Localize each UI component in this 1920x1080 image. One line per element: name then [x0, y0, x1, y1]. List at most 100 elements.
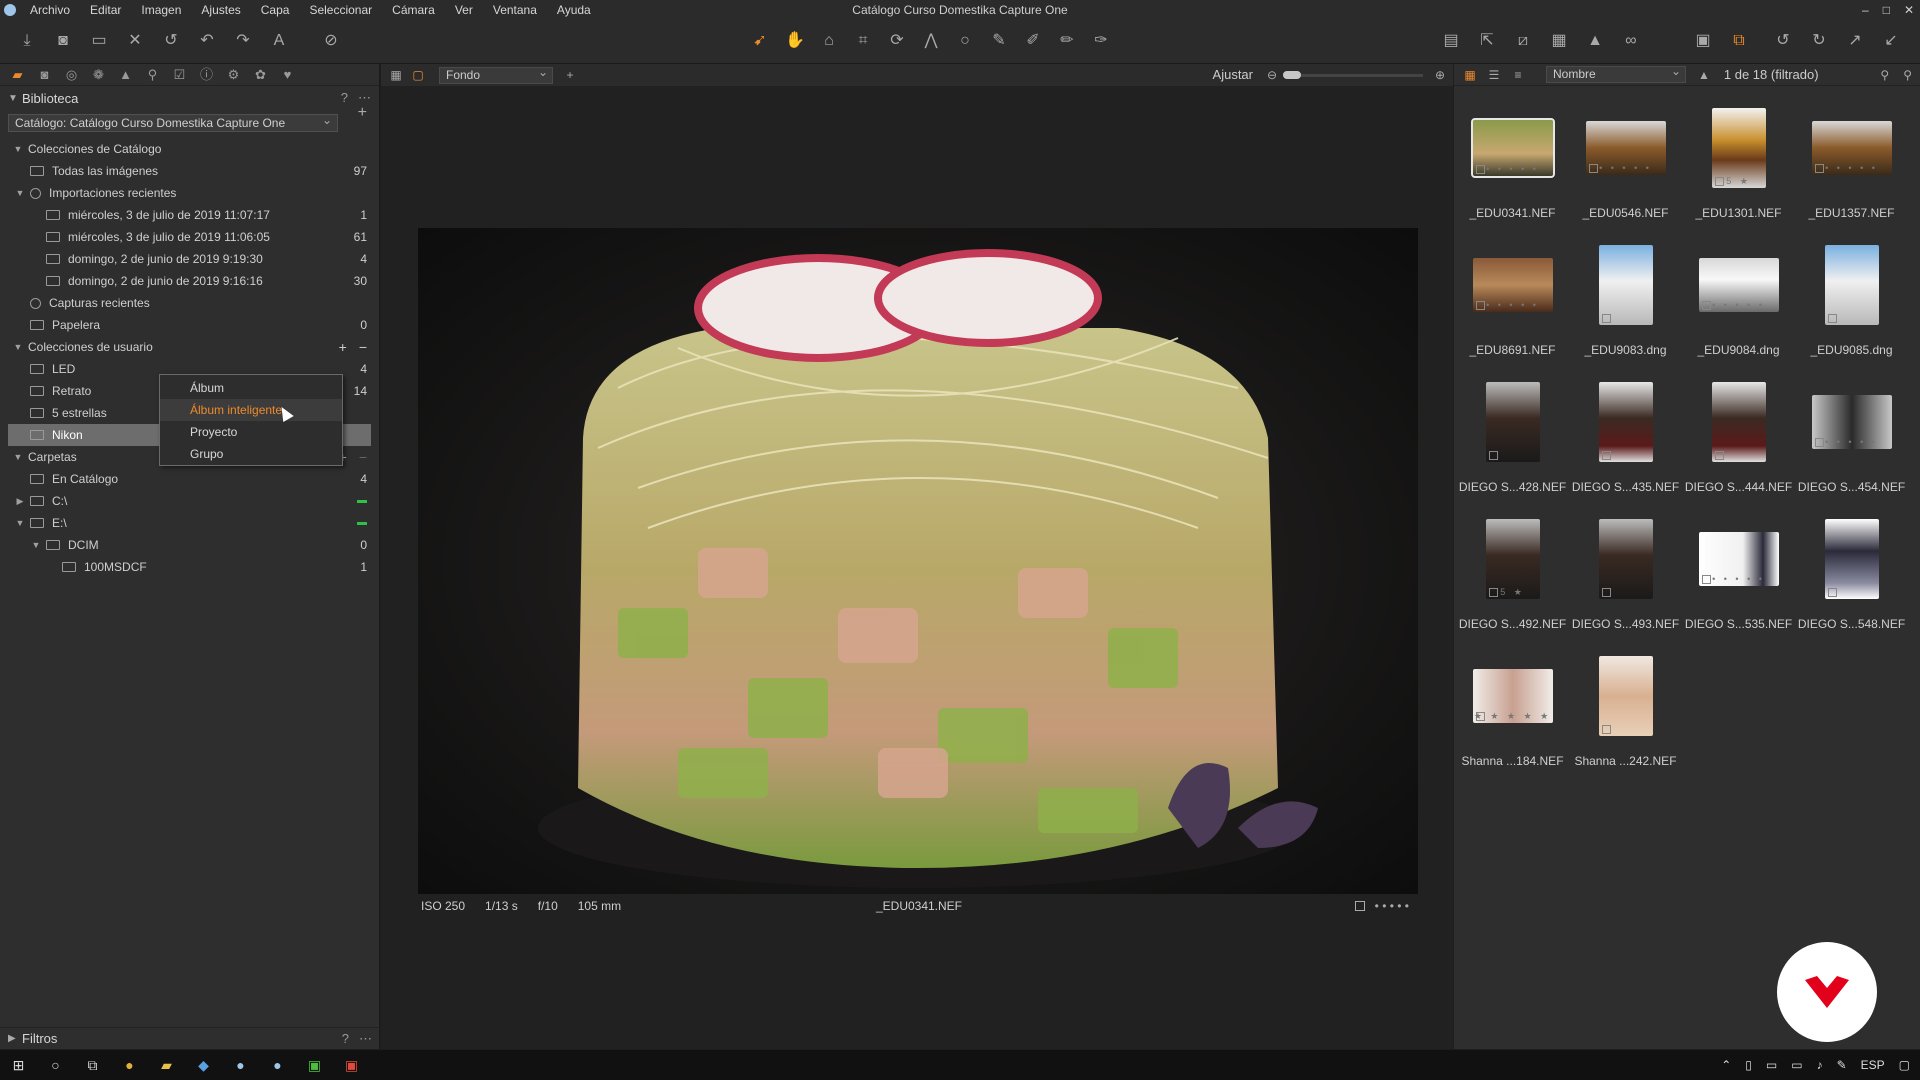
menu-c-mara[interactable]: Cámara [382, 0, 445, 20]
language-indicator[interactable]: ESP [1861, 1058, 1885, 1072]
rotate-tool-icon[interactable]: ⟳ [886, 30, 908, 52]
adjustments-tab-icon[interactable]: ☑ [166, 64, 193, 86]
folder-drive-e[interactable]: ▼ E:\ [0, 512, 379, 534]
menu-item-album[interactable]: Álbum [160, 377, 342, 399]
main-photo[interactable] [418, 228, 1418, 894]
thumbnail-rating[interactable]: • • • • • [1812, 437, 1892, 447]
background-select[interactable]: Fondo [439, 65, 553, 84]
thumbnail-image[interactable]: 5 ★ [1485, 519, 1540, 599]
thumbnail-rating[interactable]: ★ ★ ★ ★ ★ [1473, 711, 1553, 721]
layout-icon[interactable]: ▣ [1692, 30, 1714, 52]
menu-ajustes[interactable]: Ajustes [191, 0, 250, 20]
collection-all-images[interactable]: Todas las imágenes 97 [0, 160, 379, 182]
folder-dcim[interactable]: ▼ DCIM 0 [0, 534, 379, 556]
redo-icon[interactable]: ↷ [232, 30, 254, 52]
thumbnail[interactable]: DIEGO S...493.NEF [1569, 505, 1682, 642]
thumbnail[interactable]: _EDU9085.dng [1795, 231, 1908, 368]
thumbnail-rating[interactable]: • • • • • [1473, 164, 1553, 174]
thumbnail-rating[interactable]: 5 ★ [1712, 176, 1766, 186]
sort-direction-icon[interactable]: ▲ [1698, 68, 1710, 82]
brush-tool-icon[interactable]: ✐ [1022, 30, 1044, 52]
remove-folder-button[interactable]: − [359, 449, 367, 465]
tray-chevron-icon[interactable]: ⌃ [1721, 1058, 1731, 1072]
menu-item-smart-album[interactable]: Álbum inteligente [160, 399, 342, 421]
menu-item-group[interactable]: Grupo [160, 443, 342, 465]
export-icon[interactable]: ⇱ [1476, 30, 1498, 52]
thumbnail[interactable]: • • • • • _EDU1357.NEF [1795, 94, 1908, 231]
thumbnail-image[interactable] [1598, 519, 1653, 599]
thumbnail-image[interactable] [1598, 245, 1653, 325]
thumbnail-rating[interactable]: • • • • • [1812, 163, 1892, 173]
output-tab-icon[interactable]: ⚙ [220, 64, 247, 86]
collection-recent-captures[interactable]: Capturas recientes [0, 292, 379, 314]
pen-icon[interactable]: ✎ [1837, 1058, 1847, 1072]
list-view-icon[interactable]: ☰ [1482, 68, 1506, 82]
camtasia-icon[interactable]: ▣ [296, 1057, 333, 1074]
thumbnail[interactable]: ★ ★ ★ ★ ★ Shanna ...184.NEF [1456, 642, 1569, 779]
filters-header[interactable]: ▶ Filtros ? ⋯ [0, 1027, 380, 1049]
close-button[interactable]: ✕ [1904, 0, 1914, 20]
delete-icon[interactable]: ✕ [124, 30, 146, 52]
thumbnail-select-checkbox[interactable] [1601, 451, 1611, 460]
chrome-icon[interactable]: ● [111, 1057, 148, 1073]
catalog-select[interactable]: Catálogo: Catálogo Curso Domestika Captu… [8, 112, 338, 132]
menu-ventana[interactable]: Ventana [483, 0, 547, 20]
search-icon[interactable]: ⚲ [1903, 68, 1912, 82]
library-tab-icon[interactable]: ▰ [4, 64, 31, 86]
text-tool-icon[interactable]: A [268, 30, 290, 52]
menu-ayuda[interactable]: Ayuda [547, 0, 601, 20]
thumbnail-image[interactable] [1824, 519, 1879, 599]
single-view-icon[interactable]: ▢ [407, 68, 429, 82]
app-icon[interactable]: ◆ [185, 1057, 222, 1074]
capture-one-active-icon[interactable]: ● [259, 1057, 296, 1073]
import-item[interactable]: miércoles, 3 de julio de 2019 11:06:05 6… [0, 226, 379, 248]
keystone-tool-icon[interactable]: ⋀ [920, 30, 942, 52]
help-icon[interactable]: ? [342, 1031, 349, 1047]
exposure-tab-icon[interactable]: ▲ [112, 64, 139, 86]
thumbnail-select-checkbox[interactable] [1601, 725, 1611, 734]
thumbnail-image[interactable]: ★ ★ ★ ★ ★ [1472, 669, 1553, 723]
menu-archivo[interactable]: Archivo [20, 0, 80, 20]
thumbnail[interactable]: • • • • • _EDU8691.NEF [1456, 231, 1569, 368]
more-icon[interactable]: ⋯ [359, 1031, 372, 1047]
rotate-right-icon[interactable]: ↻ [1808, 30, 1830, 52]
library-header[interactable]: ▼ Biblioteca ? ⋯ [0, 86, 379, 110]
add-collection-button[interactable]: + [339, 339, 347, 355]
copy-adjust-icon[interactable]: ↗ [1844, 30, 1866, 52]
add-catalog-icon[interactable]: + [358, 104, 367, 122]
thumbnail-rating[interactable]: • • • • • [1586, 163, 1666, 173]
folder-in-catalog[interactable]: En Catálogo 4 [0, 468, 379, 490]
capture-one-icon[interactable]: ● [222, 1057, 259, 1073]
thumbnail-select-checkbox[interactable] [1714, 451, 1724, 460]
thumbnail-image[interactable]: • • • • • [1811, 121, 1892, 175]
rating-dots[interactable]: • • • • • [1375, 899, 1409, 913]
compare-icon[interactable]: ⧄ [1512, 30, 1534, 52]
import-item[interactable]: miércoles, 3 de julio de 2019 11:07:17 1 [0, 204, 379, 226]
display-icon[interactable]: ▭ [1791, 1058, 1802, 1072]
sessions-icon[interactable]: ⧉ [1728, 30, 1750, 52]
crop-tool-icon[interactable]: ⌗ [852, 30, 874, 52]
multi-view-icon[interactable]: ▦ [385, 68, 407, 82]
pan-tool-icon[interactable]: ✋ [784, 30, 806, 52]
filter-search-icon[interactable]: ⚲ [1880, 68, 1889, 82]
add-view-icon[interactable]: + [559, 68, 581, 82]
help-icon[interactable]: ? [341, 90, 348, 106]
user-collections-group[interactable]: ▼ Colecciones de usuario + − [0, 336, 379, 358]
sort-select[interactable]: Nombre [1546, 64, 1686, 83]
print-icon[interactable]: ▤ [1440, 30, 1462, 52]
menu-capa[interactable]: Capa [251, 0, 300, 20]
thumbnail[interactable]: • • • • • DIEGO S...535.NEF [1682, 505, 1795, 642]
catalog-collections-group[interactable]: ▼ Colecciones de Catálogo [0, 138, 379, 160]
erase-tool-icon[interactable]: ✏ [1056, 30, 1078, 52]
zoom-out-icon[interactable]: ⊖ [1267, 64, 1277, 86]
thumbnail[interactable]: _EDU9083.dng [1569, 231, 1682, 368]
thumbnail[interactable]: 5 ★ _EDU1301.NEF [1682, 94, 1795, 231]
menu-seleccionar[interactable]: Seleccionar [299, 0, 382, 20]
proof-icon[interactable]: ∞ [1620, 30, 1642, 52]
collection-recent-imports[interactable]: ▼ Importaciones recientes [0, 182, 379, 204]
thumbnail[interactable]: DIEGO S...548.NEF [1795, 505, 1908, 642]
thumbnail-rating[interactable]: • • • • • [1473, 300, 1553, 310]
batch-tab-icon[interactable]: ✿ [247, 64, 274, 86]
thumbnail-select-checkbox[interactable] [1827, 588, 1837, 597]
volume-icon[interactable]: ♪ [1817, 1058, 1823, 1072]
